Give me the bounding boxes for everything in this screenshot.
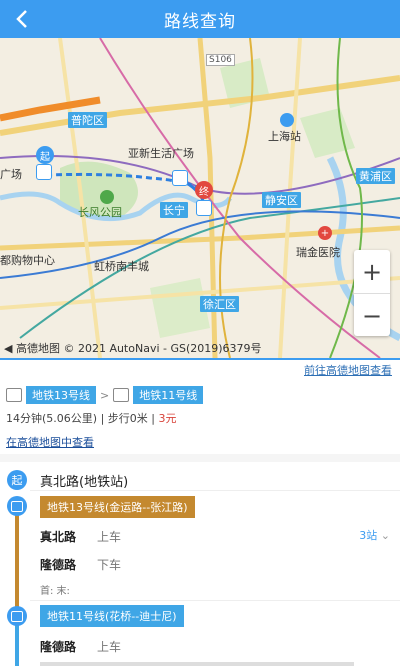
route-summary[interactable]: 地铁13号线 > 地铁11号线 14分钟(5.06公里) | 步行0米 | 3元… xyxy=(0,380,400,454)
changning-label: 长宁 xyxy=(160,202,188,218)
start-station-icon xyxy=(36,164,52,180)
station-label-shanghai: 上海站 xyxy=(268,130,301,143)
station-pin-icon xyxy=(280,113,294,127)
scroll-indicator xyxy=(40,662,354,666)
metro-icon xyxy=(7,606,27,626)
page-title: 路线查询 xyxy=(164,11,236,32)
time-distance: 14分钟(5.06公里) xyxy=(6,412,98,425)
stop-count: 3站 xyxy=(359,529,378,542)
route-stats: 14分钟(5.06公里) | 步行0米 | 3元 xyxy=(6,412,177,425)
start-station-name: 真北路(地铁站) xyxy=(40,475,129,490)
view-in-map-link[interactable]: 在高德地图中查看 xyxy=(6,434,94,450)
walk-distance: 步行0米 xyxy=(107,412,148,425)
board-station: 真北路 xyxy=(40,530,77,544)
arrow-icon: > xyxy=(100,388,110,402)
divider xyxy=(30,490,400,491)
map-copyright: ◀ 高德地图 © 2021 AutoNavi - GS(2019)6379号 xyxy=(4,342,262,355)
mall-label-hongqiao: 虹桥南丰城 xyxy=(94,260,149,273)
hospital-icon: + xyxy=(318,226,332,240)
square-label: 广场 xyxy=(0,168,22,181)
route-detail: 起 真北路(地铁站) 地铁13号线(金运路--张江路) 真北路 上车 3站 ⌄ … xyxy=(0,462,400,666)
route-map[interactable]: S106 普陀区 亚新生活广场 长风公园 长宁 静安区 上海站 黄浦区 瑞金医院… xyxy=(0,38,400,358)
segment-line-badge: 地铁11号线(花桥--迪士尼) xyxy=(40,605,184,627)
zoom-out-button[interactable]: − xyxy=(354,293,390,337)
mall-label: 都购物中心 xyxy=(0,254,55,267)
park-icon xyxy=(100,190,114,204)
hospital-label: 瑞金医院 xyxy=(296,246,340,259)
district-label-xuhui: 徐汇区 xyxy=(200,296,239,312)
plaza-label: 亚新生活广场 xyxy=(128,147,194,160)
line11-route-bar xyxy=(15,622,19,666)
top-bar: 路线查询 xyxy=(0,0,400,38)
back-arrow-icon[interactable] xyxy=(10,6,36,32)
external-link-bar: 前往高德地图查看 xyxy=(0,358,400,380)
start-marker[interactable]: 起 xyxy=(36,146,54,164)
fare: 3元 xyxy=(158,412,177,425)
district-label-jingan: 静安区 xyxy=(262,192,301,208)
board-action: 上车 xyxy=(97,530,122,544)
transfer-station-icon xyxy=(172,170,188,186)
end-marker[interactable]: 终 xyxy=(195,181,213,199)
divider xyxy=(30,600,400,601)
stop-count-toggle[interactable]: 3站 ⌄ xyxy=(359,527,390,543)
park-label: 长风公园 xyxy=(78,206,122,219)
zoom-control: + − xyxy=(354,250,390,336)
line13-route-bar xyxy=(15,512,19,612)
metro-icon xyxy=(113,388,130,402)
chevron-down-icon: ⌄ xyxy=(380,529,390,542)
district-label-putuo: 普陀区 xyxy=(68,112,107,128)
metro-icon xyxy=(6,388,22,402)
zoom-in-button[interactable]: + xyxy=(354,250,390,293)
line-sequence: 地铁13号线 > 地铁11号线 xyxy=(6,386,204,404)
alight-station: 隆德路 xyxy=(40,558,77,572)
start-badge: 起 xyxy=(7,470,27,490)
board-action: 上车 xyxy=(97,640,122,654)
board-station: 隆德路 xyxy=(40,640,77,654)
first-last-time: 首: 末: xyxy=(40,586,70,597)
alight-action: 下车 xyxy=(97,558,122,572)
line-tag: 地铁13号线 xyxy=(26,386,96,404)
segment-line-badge: 地铁13号线(金运路--张江路) xyxy=(40,496,195,518)
road-code-label: S106 xyxy=(206,54,235,66)
end-station-icon xyxy=(196,200,212,216)
line-tag: 地铁11号线 xyxy=(133,386,204,404)
district-label-huangpu: 黄浦区 xyxy=(356,168,395,184)
open-amap-link[interactable]: 前往高德地图查看 xyxy=(304,362,392,378)
metro-icon xyxy=(7,496,27,516)
